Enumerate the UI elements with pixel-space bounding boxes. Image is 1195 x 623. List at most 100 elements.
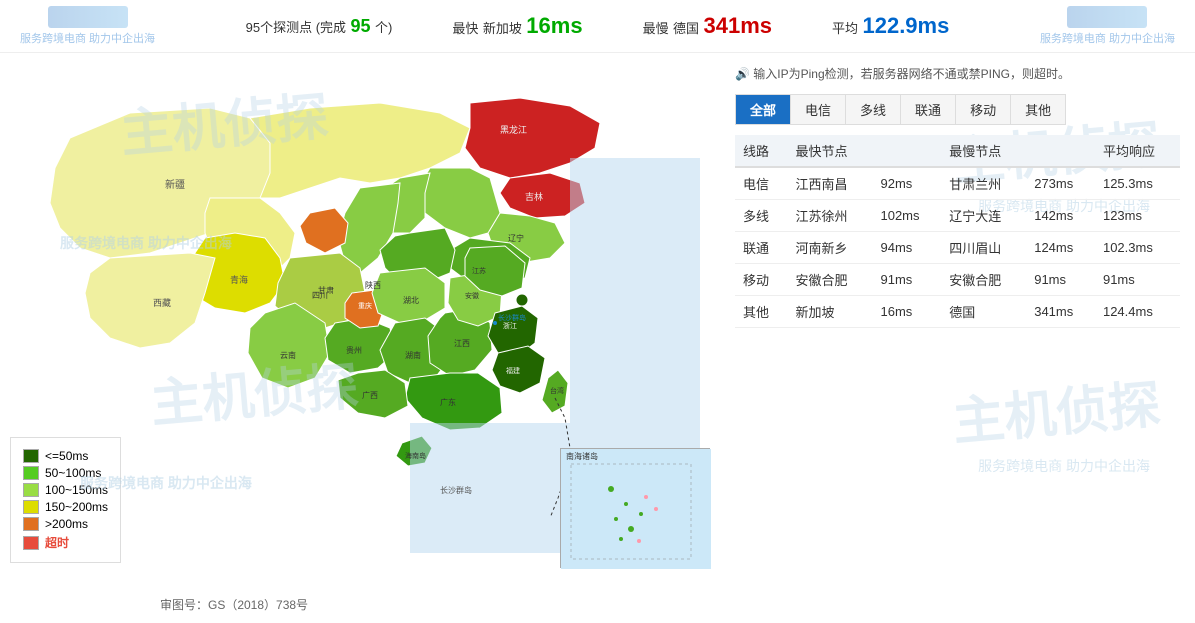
cell-slow-node-2: 四川眉山 [941, 232, 1026, 264]
probe-count-unit: 个) [375, 20, 392, 35]
service-tagline-left: 服务跨境电商 助力中企出海 [20, 30, 155, 46]
map-legend: <=50ms 50~100ms 100~150ms 150~200ms >200… [10, 437, 121, 563]
table-row: 电信 江西南昌 92ms 甘肃兰州 273ms 125.3ms [735, 167, 1180, 200]
logo-image-right [1067, 6, 1147, 28]
cell-fast-ms-1: 102ms [872, 200, 941, 232]
col-fast-ms [872, 135, 941, 167]
audit-text: 审图号：GS（2018）738号 [160, 596, 308, 613]
cell-avg-2: 102.3ms [1095, 232, 1180, 264]
logo-area-right: 服务跨境电商 助力中企出海 [1040, 6, 1175, 46]
right-watermark-2: 主机侦探 [949, 362, 1163, 455]
legend-label-1: <=50ms [45, 449, 88, 463]
shaanxi-label: 陕西 [365, 280, 381, 290]
cell-slow-ms-0: 273ms [1026, 167, 1095, 200]
legend-item-5: >200ms [23, 517, 108, 531]
tab-multiline[interactable]: 多线 [846, 95, 901, 124]
fastest-stat: 最快 新加坡 16ms [452, 13, 582, 39]
table-row: 多线 江苏徐州 102ms 辽宁大连 142ms 123ms [735, 200, 1180, 232]
cell-avg-0: 125.3ms [1095, 167, 1180, 200]
yunnan-label: 云南 [280, 350, 296, 360]
south-sea-inset-map: 南海诸岛 [560, 448, 710, 568]
south-sea-svg: 南海诸岛 [561, 449, 711, 569]
legend-color-4 [23, 500, 39, 514]
cell-slow-node-1: 辽宁大连 [941, 200, 1026, 232]
legend-label-2: 50~100ms [45, 466, 101, 480]
table-body: 电信 江西南昌 92ms 甘肃兰州 273ms 125.3ms 多线 江苏徐州 … [735, 167, 1180, 328]
right-service-2: 服务跨境电商 助力中企出海 [978, 456, 1150, 476]
legend-item-1: <=50ms [23, 449, 108, 463]
service-tagline-right: 服务跨境电商 助力中企出海 [1040, 30, 1175, 46]
tab-telecom[interactable]: 电信 [791, 95, 846, 124]
avg-value: 122.9ms [862, 13, 949, 38]
ip-notice: 🔊 输入IP为Ping检测，若服务器网络不通或禁PING，则超时。 [735, 61, 1180, 86]
legend-color-3 [23, 483, 39, 497]
tab-other[interactable]: 其他 [1011, 95, 1065, 124]
xisha-label: 长沙群岛 [440, 485, 472, 495]
ip-notice-text: 输入IP为Ping检测，若服务器网络不通或禁PING，则超时。 [753, 67, 1070, 81]
island-dot-2 [624, 502, 628, 506]
tab-mobile[interactable]: 移动 [956, 95, 1011, 124]
cell-slow-ms-3: 91ms [1026, 264, 1095, 296]
island-dot-9 [637, 539, 641, 543]
guangxi-label: 广西 [362, 390, 378, 400]
slowest-value: 341ms [704, 13, 773, 38]
map-section: 主机侦探 服务跨境电商 助力中企出海 主机侦探 服务跨境电商 助力中企出海 [0, 53, 720, 623]
cell-fast-node-2: 河南新乡 [788, 232, 873, 264]
tab-unicom[interactable]: 联通 [901, 95, 956, 124]
col-line: 线路 [735, 135, 788, 167]
cell-line-3: 移动 [735, 264, 788, 296]
nanchang-dot [493, 321, 497, 325]
legend-label-6: 超时 [45, 534, 69, 551]
main-content: 主机侦探 服务跨境电商 助力中企出海 主机侦探 服务跨境电商 助力中企出海 [0, 53, 1195, 623]
cell-line-0: 电信 [735, 167, 788, 200]
cell-fast-ms-3: 91ms [872, 264, 941, 296]
sea-bg [561, 449, 711, 569]
tibet-province [85, 253, 215, 348]
island-dot-4 [614, 517, 618, 521]
cell-avg-1: 123ms [1095, 200, 1180, 232]
legend-item-6: 超时 [23, 534, 108, 551]
anhui-label: 安徽 [465, 291, 479, 300]
cell-line-4: 其他 [735, 296, 788, 328]
legend-color-5 [23, 517, 39, 531]
sichuan-label: 四川 [312, 291, 328, 300]
island-dot-8 [654, 507, 658, 511]
hebei-province [420, 168, 500, 238]
right-panel-inner: 主机侦探 服务跨境电商 助力中企出海 主机侦探 服务跨境电商 助力中企出海 🔊 … [735, 61, 1180, 328]
shanghai-province [516, 294, 528, 306]
cell-slow-ms-1: 142ms [1026, 200, 1095, 232]
fastest-value: 16ms [526, 13, 582, 38]
cell-fast-node-1: 江苏徐州 [788, 200, 873, 232]
cell-fast-node-3: 安徽合肥 [788, 264, 873, 296]
tab-all[interactable]: 全部 [736, 95, 791, 124]
fastest-label: 最快 [452, 21, 478, 36]
south-sea-label: 南海诸岛 [566, 451, 598, 461]
jiangsu-label: 江苏 [472, 266, 486, 275]
cell-slow-node-0: 甘肃兰州 [941, 167, 1026, 200]
hubei-label: 湖北 [403, 296, 419, 305]
hainan-label: 海南岛 [405, 451, 426, 460]
cell-fast-ms-4: 16ms [872, 296, 941, 328]
stats-table: 线路 最快节点 最慢节点 平均响应 电信 江西南昌 92ms 甘肃兰州 273m… [735, 135, 1180, 328]
island-dot-1 [608, 486, 614, 492]
table-row: 联通 河南新乡 94ms 四川眉山 124ms 102.3ms [735, 232, 1180, 264]
probe-count-value: 95 [351, 16, 371, 36]
island-dot-6 [619, 537, 623, 541]
island-dot-7 [644, 495, 648, 499]
tibet-label: 西藏 [153, 297, 171, 308]
guangdong-label: 广东 [440, 397, 456, 407]
legend-item-3: 100~150ms [23, 483, 108, 497]
slowest-stat: 最慢 德国 341ms [643, 13, 772, 39]
logo-area: 服务跨境电商 助力中企出海 [20, 6, 155, 46]
cell-slow-node-3: 安徽合肥 [941, 264, 1026, 296]
col-fast-node: 最快节点 [788, 135, 873, 167]
island-dot-3 [639, 512, 643, 516]
right-panel: 主机侦探 服务跨境电商 助力中企出海 主机侦探 服务跨境电商 助力中企出海 🔊 … [720, 53, 1195, 623]
col-slow-node: 最慢节点 [941, 135, 1026, 167]
cell-slow-ms-4: 341ms [1026, 296, 1095, 328]
probe-count-label: 95个探测点 (完成 [246, 20, 346, 35]
tab-bar: 全部 电信 多线 联通 移动 其他 [735, 94, 1066, 125]
legend-label-5: >200ms [45, 517, 88, 531]
legend-item-4: 150~200ms [23, 500, 108, 514]
taiwan-label: 台湾 [550, 386, 564, 395]
